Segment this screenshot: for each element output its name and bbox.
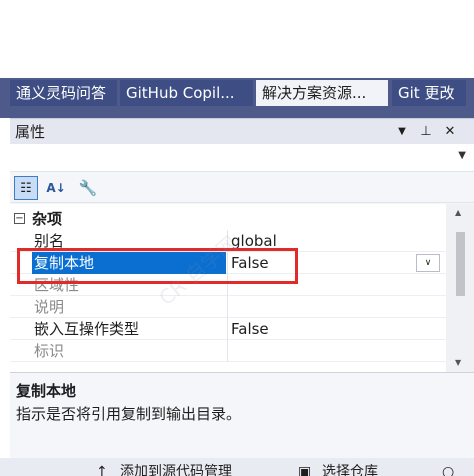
sort-az-icon[interactable]: A↓ (44, 176, 68, 200)
tab-git-changes[interactable]: Git 更改 (392, 80, 466, 106)
property-row-description[interactable]: 说明 (10, 296, 446, 318)
status-bar: ↑ 添加到源代码管理 ▣ 选择仓库 ○ (0, 458, 474, 476)
close-icon[interactable]: ✕ (442, 122, 458, 142)
repository-icon[interactable]: ▣ (298, 463, 311, 476)
source-control-icon[interactable]: ↑ (96, 463, 108, 476)
object-selector[interactable]: ▼ (10, 144, 474, 172)
properties-header: 属性 ▼ ⊥ ✕ (10, 118, 474, 144)
add-to-source-control[interactable]: 添加到源代码管理 (120, 463, 232, 476)
bell-icon[interactable]: ○ (442, 463, 454, 476)
collapse-icon[interactable]: − (14, 213, 25, 224)
scrollbar-thumb[interactable] (456, 232, 465, 296)
property-value (230, 340, 446, 362)
property-name: 标识 (34, 342, 65, 360)
column-divider (227, 318, 228, 340)
pin-icon[interactable]: ⊥ (418, 122, 434, 142)
category-label: 杂项 (32, 210, 63, 228)
properties-toolbar: ☷ A↓ 🔧 (10, 173, 474, 203)
property-row-embed-interop[interactable]: 嵌入互操作类型 False (10, 318, 446, 340)
chevron-down-icon[interactable]: ▼ (458, 150, 466, 161)
properties-panel: ▼ ☷ A↓ 🔧 − 杂项 别名 global 复制本地 False ∨ 区域性… (10, 144, 474, 476)
wrench-icon[interactable]: 🔧 (76, 176, 100, 200)
editor-area (0, 0, 474, 78)
scroll-up-icon[interactable]: ▲ (455, 208, 461, 217)
panel-title: 属性 (15, 123, 46, 141)
tab-tongyi-qa[interactable]: 通义灵码问答 (10, 80, 117, 106)
column-divider (227, 296, 228, 318)
vertical-scrollbar[interactable]: ▲ ▼ (446, 204, 474, 372)
select-repository[interactable]: 选择仓库 (322, 463, 378, 476)
property-name: 说明 (34, 298, 65, 316)
description-pane: 复制本地 指示是否将引用复制到输出目录。 (10, 372, 474, 442)
categorized-icon[interactable]: ☷ (14, 176, 38, 200)
column-divider (227, 340, 228, 362)
tab-github-copilot[interactable]: GitHub Copil... (120, 80, 253, 106)
tab-solution-explorer[interactable]: 解决方案资源... (256, 80, 388, 106)
chevron-down-icon[interactable]: ∨ (416, 254, 440, 272)
property-name: 嵌入互操作类型 (34, 320, 140, 338)
property-value[interactable]: False (230, 318, 446, 340)
property-row-identity[interactable]: 标识 (10, 340, 446, 362)
description-text: 指示是否将引用复制到输出目录。 (16, 405, 242, 423)
scroll-down-icon[interactable]: ▼ (455, 358, 461, 367)
chevron-down-icon[interactable]: ▼ (394, 122, 410, 142)
property-grid: − 杂项 别名 global 复制本地 False ∨ 区域性 说明 嵌入互操作… (10, 204, 446, 372)
category-row[interactable]: − 杂项 (10, 208, 446, 230)
property-value (230, 296, 446, 318)
description-title: 复制本地 (16, 382, 77, 400)
tool-window-tabs: 通义灵码问答 GitHub Copil... 解决方案资源... Git 更改 (0, 80, 474, 106)
annotation-highlight-box (17, 248, 298, 284)
